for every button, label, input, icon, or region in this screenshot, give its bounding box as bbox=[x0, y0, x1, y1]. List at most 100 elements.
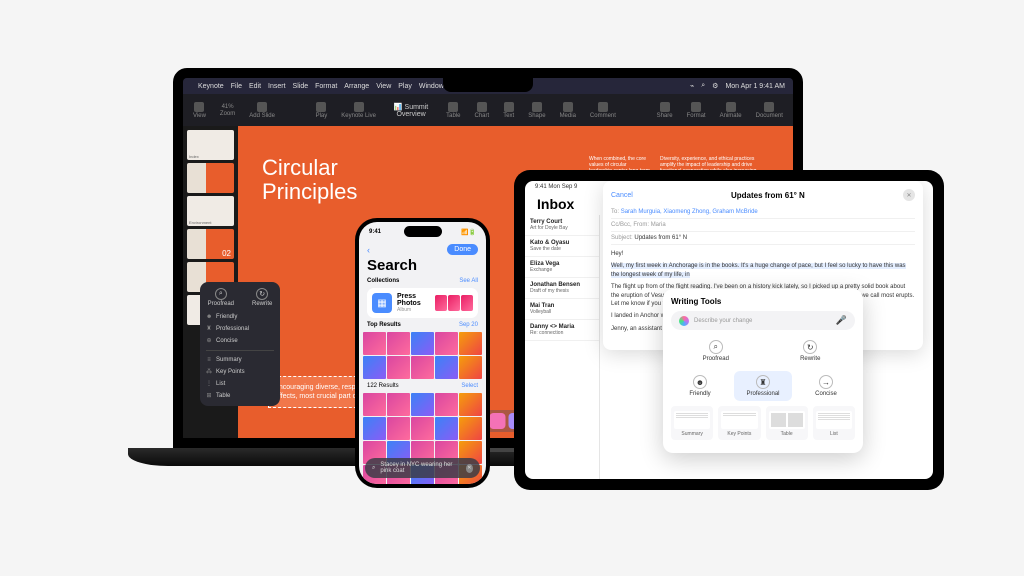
photo-thumb[interactable] bbox=[459, 417, 482, 440]
tool-share[interactable]: Share bbox=[657, 102, 673, 119]
tool-play[interactable]: Play bbox=[316, 102, 328, 119]
rewrite-button[interactable]: ↻Rewrite bbox=[252, 288, 272, 307]
done-button[interactable]: Done bbox=[447, 244, 478, 255]
photo-thumb[interactable] bbox=[435, 356, 458, 379]
tool-shape[interactable]: Shape bbox=[528, 102, 545, 119]
table-option[interactable]: ⊞Table bbox=[206, 391, 274, 400]
photo-thumb[interactable] bbox=[411, 356, 434, 379]
photo-thumb[interactable] bbox=[363, 356, 386, 379]
subject-field[interactable]: Subject: Updates from 61° N bbox=[611, 232, 915, 245]
cancel-button[interactable]: Cancel bbox=[611, 192, 633, 199]
menu-window[interactable]: Window bbox=[419, 83, 444, 90]
search-field[interactable]: ⌕ Stacey in NYC wearing her pink coat ✕ bbox=[365, 458, 480, 478]
tool-document[interactable]: Document bbox=[756, 102, 783, 119]
datetime[interactable]: Mon Apr 1 9:41 AM bbox=[725, 83, 785, 90]
photo-thumb[interactable] bbox=[387, 356, 410, 379]
photo-thumb[interactable] bbox=[411, 332, 434, 355]
photo-thumb[interactable] bbox=[363, 417, 386, 440]
top-results-label: Top Results bbox=[367, 322, 401, 328]
back-button[interactable]: ‹ bbox=[367, 245, 370, 255]
proofread-button[interactable]: ⌕Proofread bbox=[671, 336, 761, 366]
summary-card[interactable]: Summary bbox=[671, 406, 713, 440]
mail-item[interactable]: Terry CourtArt for Doyle Bay bbox=[525, 215, 599, 236]
tool-comment[interactable]: Comment bbox=[590, 102, 616, 119]
close-button[interactable]: ✕ bbox=[903, 189, 915, 201]
collection-card[interactable]: ▦ Press Photos Album bbox=[367, 288, 478, 318]
concise-option[interactable]: ⊕Concise bbox=[206, 336, 274, 345]
photo-thumb[interactable] bbox=[363, 393, 386, 416]
mail-item[interactable]: Jonathan BensenDraft of my thesis bbox=[525, 278, 599, 299]
clear-icon[interactable]: ✕ bbox=[466, 464, 473, 473]
select-link[interactable]: Select bbox=[461, 383, 478, 389]
tool-view[interactable]: View bbox=[193, 102, 206, 119]
ipad-screen: 9:41 Mon Sep 9 ⌁ 📶 🔋 Inbox ⊜ ✎ Summarize… bbox=[525, 181, 933, 479]
menubar-app[interactable]: Keynote bbox=[198, 83, 224, 90]
professional-option[interactable]: ♜Professional bbox=[206, 324, 274, 333]
slide-thumb[interactable]: Index bbox=[187, 130, 234, 160]
tool-media[interactable]: Media bbox=[560, 102, 576, 119]
menu-slide[interactable]: Slide bbox=[293, 83, 309, 90]
summary-option[interactable]: ≡Summary bbox=[206, 356, 274, 364]
mail-item[interactable]: Eliza VegaExchange bbox=[525, 257, 599, 278]
menu-edit[interactable]: Edit bbox=[249, 83, 261, 90]
professional-button[interactable]: ♜Professional bbox=[734, 371, 792, 401]
menu-format[interactable]: Format bbox=[315, 83, 337, 90]
photo-thumb[interactable] bbox=[411, 417, 434, 440]
slide-thumb[interactable]: 02 bbox=[187, 229, 234, 259]
photo-thumb[interactable] bbox=[363, 332, 386, 355]
tool-chart[interactable]: Chart bbox=[475, 102, 490, 119]
photo-thumb[interactable] bbox=[435, 417, 458, 440]
to-field[interactable]: To: Sarah Murguia, Xiaomeng Zhong, Graha… bbox=[611, 206, 915, 219]
photo-thumb[interactable] bbox=[459, 332, 482, 355]
cc-field[interactable]: Cc/Bcc, From: Maria bbox=[611, 219, 915, 232]
key-points-card[interactable]: Key Points bbox=[718, 406, 760, 440]
photo-thumb[interactable] bbox=[435, 332, 458, 355]
menu-play[interactable]: Play bbox=[398, 83, 412, 90]
photo-thumb[interactable] bbox=[387, 393, 410, 416]
tool-format[interactable]: Format bbox=[687, 102, 706, 119]
menu-insert[interactable]: Insert bbox=[268, 83, 286, 90]
photo-grid[interactable] bbox=[359, 332, 486, 379]
menu-file[interactable]: File bbox=[231, 83, 242, 90]
menu-arrange[interactable]: Arrange bbox=[344, 83, 369, 90]
writing-tools-popover: Writing Tools Describe your change 🎤 ⌕Pr… bbox=[663, 289, 863, 453]
tool-keynote-live[interactable]: Keynote Live bbox=[341, 102, 376, 119]
tool-animate[interactable]: Animate bbox=[720, 102, 742, 119]
rewrite-button[interactable]: ↻Rewrite bbox=[766, 336, 856, 366]
proofread-button[interactable]: ⌕Proofread bbox=[208, 288, 234, 307]
dock-app-icon[interactable] bbox=[490, 413, 506, 429]
slide-thumb[interactable] bbox=[187, 163, 234, 193]
mail-item[interactable]: Danny <> MariaRe: connection bbox=[525, 320, 599, 341]
key-points-option[interactable]: ⁂Key Points bbox=[206, 367, 274, 376]
control-center-icon[interactable]: ⚙ bbox=[712, 82, 718, 90]
photo-thumb[interactable] bbox=[387, 417, 410, 440]
mail-item[interactable]: Kato & OyasuSave the date bbox=[525, 236, 599, 257]
see-all-link[interactable]: See All bbox=[459, 278, 478, 284]
results-count: 122 Results bbox=[367, 383, 399, 389]
siri-icon bbox=[679, 316, 689, 326]
concise-button[interactable]: →Concise bbox=[797, 371, 855, 401]
slide-thumb[interactable]: Environment bbox=[187, 196, 234, 226]
photo-thumb[interactable] bbox=[411, 393, 434, 416]
tool-table[interactable]: Table bbox=[446, 102, 460, 119]
table-card[interactable]: Table bbox=[766, 406, 808, 440]
friendly-option[interactable]: ☻Friendly bbox=[206, 313, 274, 321]
search-icon[interactable]: ⌕ bbox=[701, 82, 705, 90]
photo-thumb[interactable] bbox=[459, 356, 482, 379]
tool-zoom[interactable]: 41%Zoom bbox=[220, 104, 235, 117]
list-card[interactable]: List bbox=[813, 406, 855, 440]
tool-text[interactable]: Text bbox=[503, 102, 514, 119]
mic-icon[interactable]: 🎤 bbox=[836, 315, 847, 326]
photo-thumb[interactable] bbox=[435, 393, 458, 416]
tool-add-slide[interactable]: Add Slide bbox=[249, 102, 275, 119]
list-option[interactable]: ⋮List bbox=[206, 379, 274, 388]
friendly-button[interactable]: ☻Friendly bbox=[671, 371, 729, 401]
photo-thumb[interactable] bbox=[387, 332, 410, 355]
menu-view[interactable]: View bbox=[376, 83, 391, 90]
wifi-icon[interactable]: ⌁ bbox=[690, 82, 694, 90]
describe-change-input[interactable]: Describe your change 🎤 bbox=[671, 311, 855, 330]
photo-thumb[interactable] bbox=[459, 393, 482, 416]
mail-list[interactable]: Terry CourtArt for Doyle Bay Kato & Oyas… bbox=[525, 215, 600, 479]
mail-item[interactable]: Mai TranVolleyball bbox=[525, 299, 599, 320]
search-title: Search bbox=[359, 257, 486, 274]
